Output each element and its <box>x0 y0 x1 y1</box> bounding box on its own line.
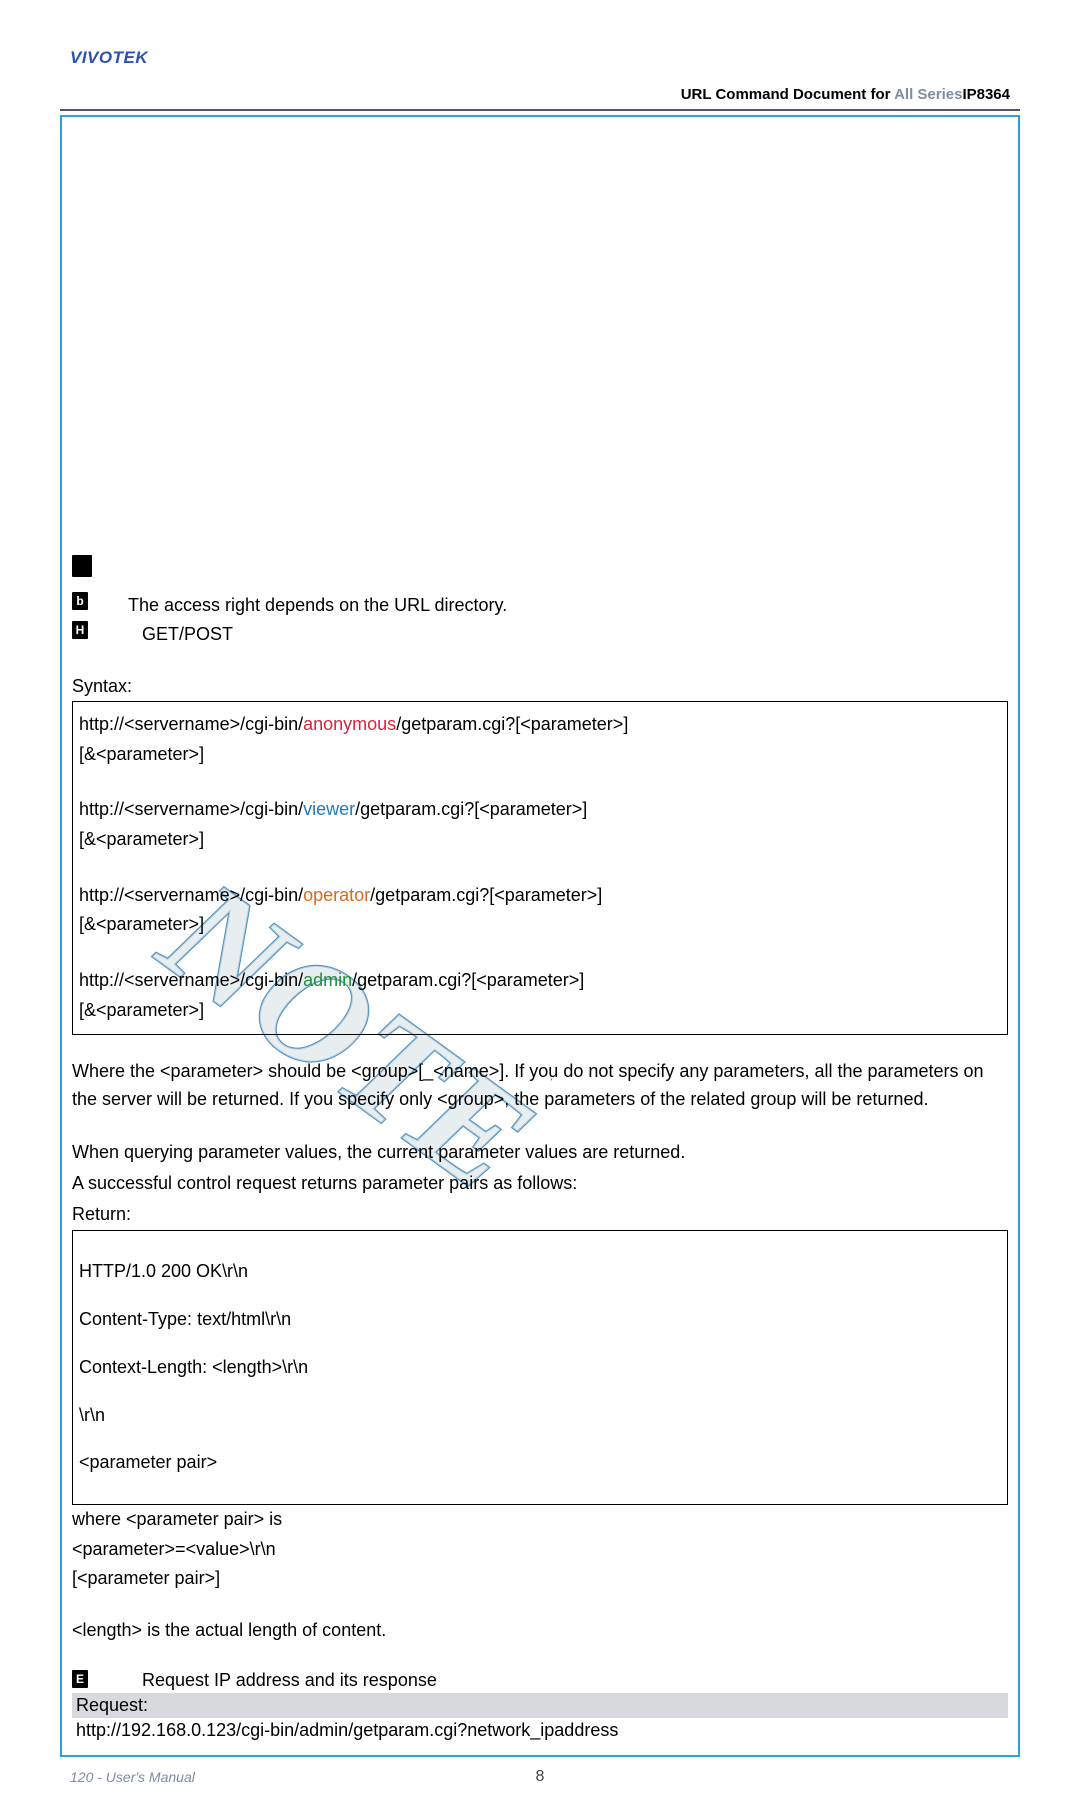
paragraph-3: A successful control request returns par… <box>72 1169 1008 1198</box>
description-block: Where the <parameter> should be <group>[… <box>72 1057 1008 1229</box>
syntax-4a: http://<servername>/cgi-bin/ <box>79 970 303 990</box>
doc-header-series: All Series <box>894 86 962 103</box>
brand-logo: VIVOTEK <box>70 48 148 68</box>
doc-header-model: IP8364 <box>962 86 1010 103</box>
return-label: Return: <box>72 1200 1008 1229</box>
syntax-3b: /getparam.cgi?[<parameter>] <box>370 885 602 905</box>
after-return-block: where <parameter pair> is <parameter>=<v… <box>72 1505 1008 1646</box>
syntax-label: Syntax: <box>72 676 1008 697</box>
decorative-block-icon <box>72 555 92 577</box>
syntax-role-viewer: viewer <box>303 799 355 819</box>
syntax-2c: [&<parameter>] <box>79 825 1001 855</box>
example-bullet-icon: E <box>72 1670 88 1688</box>
paragraph-1: Where the <parameter> should be <group>[… <box>72 1057 1008 1115</box>
document-header: URL Command Document for All SeriesIP836… <box>60 82 1020 111</box>
content-frame: NOTE NOTE b The access right depends on … <box>60 115 1020 1757</box>
method-text: GET/POST <box>142 621 233 648</box>
after-return-1: where <parameter pair> is <box>72 1505 1008 1535</box>
page-footer: 120 - User's Manual 8 <box>60 1769 1020 1785</box>
example-label: Request IP address and its response <box>142 1670 437 1691</box>
syntax-3c: [&<parameter>] <box>79 910 1001 940</box>
return-line-2: Content-Type: text/html\r\n <box>79 1305 1001 1335</box>
after-return-4: <length> is the actual length of content… <box>72 1616 1008 1646</box>
return-line-4: \r\n <box>79 1401 1001 1431</box>
syntax-role-admin: admin <box>303 970 352 990</box>
after-return-3: [<parameter pair>] <box>72 1564 1008 1594</box>
syntax-role-operator: operator <box>303 885 370 905</box>
return-box: HTTP/1.0 200 OK\r\n Content-Type: text/h… <box>72 1230 1008 1504</box>
syntax-4b: /getparam.cgi?[<parameter>] <box>352 970 584 990</box>
security-row: b The access right depends on the URL di… <box>72 592 1008 619</box>
paragraph-2: When querying parameter values, the curr… <box>72 1138 1008 1167</box>
syntax-box: http://<servername>/cgi-bin/anonymous/ge… <box>72 701 1008 1035</box>
syntax-1a: http://<servername>/cgi-bin/ <box>79 714 303 734</box>
document-page: VIVOTEK URL Command Document for All Ser… <box>0 0 1080 1815</box>
security-bullet-icon: b <box>72 592 88 610</box>
request-url: http://192.168.0.123/cgi-bin/admin/getpa… <box>72 1718 1008 1747</box>
return-line-5: <parameter pair> <box>79 1448 1001 1478</box>
syntax-3a: http://<servername>/cgi-bin/ <box>79 885 303 905</box>
request-label: Request: <box>76 1695 148 1715</box>
syntax-2a: http://<servername>/cgi-bin/ <box>79 799 303 819</box>
method-bullet-icon: H <box>72 621 88 639</box>
syntax-2b: /getparam.cgi?[<parameter>] <box>355 799 587 819</box>
return-line-3: Context-Length: <length>\r\n <box>79 1353 1001 1383</box>
syntax-role-anonymous: anonymous <box>303 714 396 734</box>
example-row: E Request IP address and its response <box>72 1670 1008 1691</box>
syntax-1b: /getparam.cgi?[<parameter>] <box>396 714 628 734</box>
footer-page-number: 8 <box>0 1768 1080 1786</box>
security-text: The access right depends on the URL dire… <box>128 592 507 619</box>
syntax-4c: [&<parameter>] <box>79 996 1001 1026</box>
brand-bar: VIVOTEK <box>60 40 1020 78</box>
return-line-1: HTTP/1.0 200 OK\r\n <box>79 1257 1001 1287</box>
doc-header-prefix: URL Command Document for <box>681 86 891 103</box>
request-label-row: Request: <box>72 1693 1008 1718</box>
after-return-2: <parameter>=<value>\r\n <box>72 1535 1008 1565</box>
syntax-1c: [&<parameter>] <box>79 740 1001 770</box>
method-row: H GET/POST <box>72 621 1008 648</box>
